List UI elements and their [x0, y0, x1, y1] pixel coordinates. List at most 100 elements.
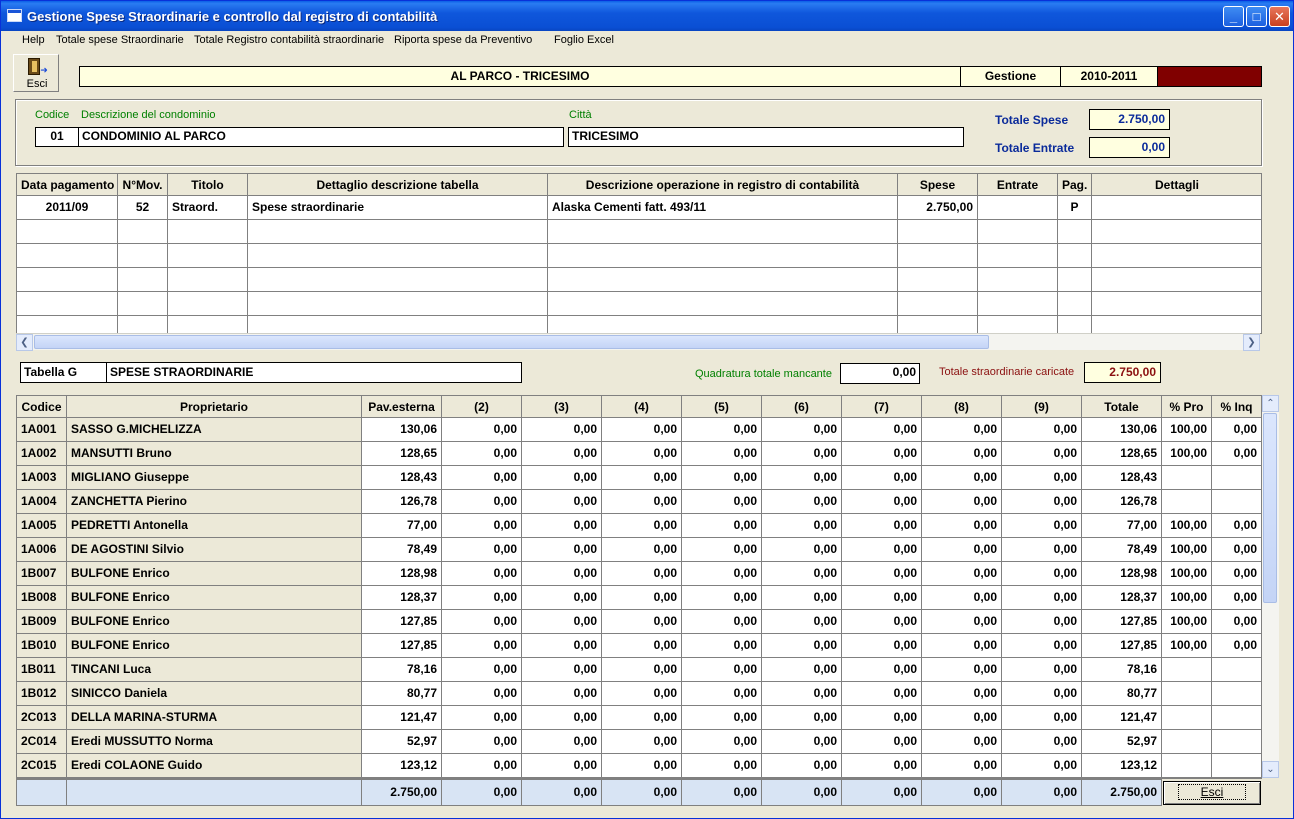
- owners-cell-3[interactable]: 0,00: [522, 706, 602, 730]
- owners-cell-proprietario[interactable]: MANSUTTI Bruno: [67, 442, 362, 466]
- owners-header-5[interactable]: (5): [682, 396, 762, 418]
- owners-cell-5[interactable]: 0,00: [682, 466, 762, 490]
- owners-cell-5[interactable]: 0,00: [682, 730, 762, 754]
- owners-cell-8[interactable]: 0,00: [922, 682, 1002, 706]
- owners-cell-9[interactable]: 0,00: [1002, 562, 1082, 586]
- owners-cell-9[interactable]: 0,00: [1002, 754, 1082, 778]
- owners-cell-9[interactable]: 0,00: [1002, 730, 1082, 754]
- owners-cell-3[interactable]: 0,00: [522, 538, 602, 562]
- owners-cell-codice[interactable]: 2C013: [17, 706, 67, 730]
- owners-cell-inq[interactable]: [1212, 754, 1261, 778]
- owners-cell-4[interactable]: 0,00: [602, 418, 682, 442]
- owners-cell-pav-esterna[interactable]: 77,00: [362, 514, 442, 538]
- owners-cell-2[interactable]: 0,00: [442, 514, 522, 538]
- movements-cell-entrate[interactable]: [978, 196, 1058, 220]
- owners-cell-9[interactable]: 0,00: [1002, 682, 1082, 706]
- owners-cell-7[interactable]: 0,00: [842, 754, 922, 778]
- owners-cell-pro[interactable]: 100,00: [1162, 418, 1212, 442]
- movements-cell-titolo[interactable]: Straord.: [168, 196, 248, 220]
- movements-cell-descrizione-operazione-in-registro-di-contabilit[interactable]: [548, 316, 898, 333]
- owners-cell-6[interactable]: 0,00: [762, 490, 842, 514]
- movements-cell-data-pagamento[interactable]: [17, 292, 118, 316]
- movements-cell-dettagli[interactable]: [1092, 292, 1261, 316]
- movements-cell-dettaglio-descrizione-tabella[interactable]: [248, 268, 548, 292]
- movements-cell-data-pagamento[interactable]: 2011/09: [17, 196, 118, 220]
- owners-cell-9[interactable]: 0,00: [1002, 586, 1082, 610]
- owners-cell-totale[interactable]: 123,12: [1082, 754, 1162, 778]
- scroll-down-icon[interactable]: ⌄: [1262, 761, 1279, 778]
- movements-cell-entrate[interactable]: [978, 316, 1058, 333]
- owners-cell-8[interactable]: 0,00: [922, 610, 1002, 634]
- owners-cell-4[interactable]: 0,00: [602, 562, 682, 586]
- owners-cell-3[interactable]: 0,00: [522, 442, 602, 466]
- owners-header-codice[interactable]: Codice: [17, 396, 67, 418]
- movements-header-dettagli[interactable]: Dettagli: [1092, 174, 1261, 196]
- owners-header-2[interactable]: (2): [442, 396, 522, 418]
- owners-cell-5[interactable]: 0,00: [682, 706, 762, 730]
- owners-cell-4[interactable]: 0,00: [602, 466, 682, 490]
- owners-cell-5[interactable]: 0,00: [682, 418, 762, 442]
- owners-cell-pav-esterna[interactable]: 128,43: [362, 466, 442, 490]
- menu-totale-spese-straordinarie[interactable]: Totale spese Straordinarie: [56, 34, 184, 46]
- owners-cell-5[interactable]: 0,00: [682, 634, 762, 658]
- owners-cell-3[interactable]: 0,00: [522, 634, 602, 658]
- owners-cell-pav-esterna[interactable]: 80,77: [362, 682, 442, 706]
- owners-cell-pro[interactable]: 100,00: [1162, 634, 1212, 658]
- owners-cell-codice[interactable]: 1B007: [17, 562, 67, 586]
- movements-cell-n-mov[interactable]: 52: [118, 196, 168, 220]
- owners-cell-7[interactable]: 0,00: [842, 538, 922, 562]
- owners-cell-8[interactable]: 0,00: [922, 514, 1002, 538]
- owners-cell-2[interactable]: 0,00: [442, 418, 522, 442]
- owners-cell-9[interactable]: 0,00: [1002, 610, 1082, 634]
- owners-cell-inq[interactable]: 0,00: [1212, 634, 1261, 658]
- owners-cell-pav-esterna[interactable]: 128,37: [362, 586, 442, 610]
- movements-cell-descrizione-operazione-in-registro-di-contabilit[interactable]: Alaska Cementi fatt. 493/11: [548, 196, 898, 220]
- owners-cell-pro[interactable]: [1162, 754, 1212, 778]
- owners-cell-6[interactable]: 0,00: [762, 754, 842, 778]
- owners-cell-pro[interactable]: 100,00: [1162, 514, 1212, 538]
- owners-cell-7[interactable]: 0,00: [842, 514, 922, 538]
- owners-cell-totale[interactable]: 52,97: [1082, 730, 1162, 754]
- owners-cell-8[interactable]: 0,00: [922, 442, 1002, 466]
- owners-cell-pro[interactable]: [1162, 466, 1212, 490]
- owners-cell-pro[interactable]: 100,00: [1162, 538, 1212, 562]
- owners-cell-totale[interactable]: 121,47: [1082, 706, 1162, 730]
- owners-cell-3[interactable]: 0,00: [522, 730, 602, 754]
- owners-cell-pro[interactable]: [1162, 682, 1212, 706]
- owners-cell-3[interactable]: 0,00: [522, 418, 602, 442]
- owners-cell-proprietario[interactable]: BULFONE Enrico: [67, 586, 362, 610]
- owners-cell-pav-esterna[interactable]: 127,85: [362, 610, 442, 634]
- owners-cell-pav-esterna[interactable]: 128,65: [362, 442, 442, 466]
- movements-header-descrizione-operazione-in-registro-di-contabilit[interactable]: Descrizione operazione in registro di co…: [548, 174, 898, 196]
- owners-cell-6[interactable]: 0,00: [762, 610, 842, 634]
- movements-cell-dettagli[interactable]: [1092, 316, 1261, 333]
- owners-cell-5[interactable]: 0,00: [682, 490, 762, 514]
- owners-cell-3[interactable]: 0,00: [522, 658, 602, 682]
- owners-header-4[interactable]: (4): [602, 396, 682, 418]
- owners-cell-4[interactable]: 0,00: [602, 442, 682, 466]
- movements-cell-data-pagamento[interactable]: [17, 316, 118, 333]
- movements-cell-titolo[interactable]: [168, 220, 248, 244]
- owners-cell-pav-esterna[interactable]: 127,85: [362, 634, 442, 658]
- movements-cell-titolo[interactable]: [168, 292, 248, 316]
- owners-cell-7[interactable]: 0,00: [842, 682, 922, 706]
- maximize-button[interactable]: □: [1246, 6, 1267, 27]
- movements-cell-spese[interactable]: [898, 268, 978, 292]
- owners-cell-6[interactable]: 0,00: [762, 562, 842, 586]
- owners-cell-8[interactable]: 0,00: [922, 562, 1002, 586]
- owners-cell-2[interactable]: 0,00: [442, 730, 522, 754]
- owners-cell-proprietario[interactable]: PEDRETTI Antonella: [67, 514, 362, 538]
- owners-cell-3[interactable]: 0,00: [522, 514, 602, 538]
- owners-cell-9[interactable]: 0,00: [1002, 538, 1082, 562]
- owners-cell-5[interactable]: 0,00: [682, 586, 762, 610]
- owners-cell-9[interactable]: 0,00: [1002, 490, 1082, 514]
- movements-cell-n-mov[interactable]: [118, 292, 168, 316]
- owners-cell-codice[interactable]: 1A003: [17, 466, 67, 490]
- movements-cell-dettaglio-descrizione-tabella[interactable]: [248, 220, 548, 244]
- movements-cell-titolo[interactable]: [168, 268, 248, 292]
- movements-cell-spese[interactable]: [898, 316, 978, 333]
- owners-cell-7[interactable]: 0,00: [842, 418, 922, 442]
- owners-cell-6[interactable]: 0,00: [762, 634, 842, 658]
- movements-cell-data-pagamento[interactable]: [17, 268, 118, 292]
- owners-cell-inq[interactable]: 0,00: [1212, 538, 1261, 562]
